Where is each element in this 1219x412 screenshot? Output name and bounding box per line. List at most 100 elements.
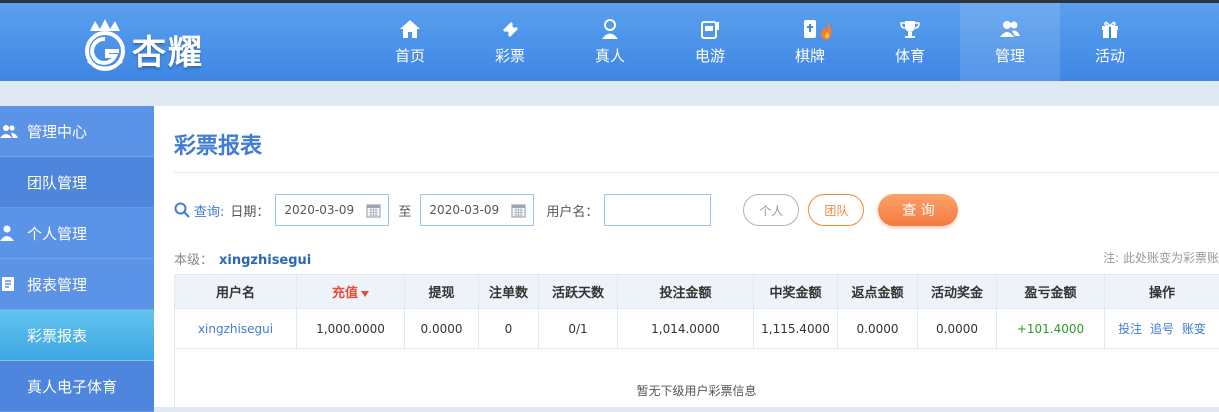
query-button[interactable]: 查 询	[878, 194, 958, 226]
table-header-row: 用户名 充值 提现 注单数 活跃天数 投注金额 中奖金额 返点金额 活动奖金 盈…	[175, 275, 1219, 309]
nav-sports[interactable]: 体育	[860, 3, 960, 81]
empty-message: 暂无下级用户彩票信息	[174, 382, 1219, 399]
sidebar-item-label: 彩票报表	[27, 325, 87, 346]
crown-emblem-icon	[80, 17, 130, 73]
col-win-amount: 中奖金额	[754, 275, 838, 309]
date-to-value: 2020-03-09	[429, 203, 499, 217]
calendar-icon[interactable]	[511, 203, 526, 218]
brand-name: 杏耀	[132, 25, 204, 74]
query-bar: 查询: 日期： 2020-03-09 至 2020-03-09 用户名： 个人 …	[174, 194, 958, 226]
cell-orders: 0	[479, 309, 539, 349]
to-label: 至	[398, 201, 411, 220]
top-bar: 杏耀 首页 彩票 真人 电游 棋牌 体育 管理	[0, 0, 1219, 81]
sidebar-item-label: 个人管理	[27, 223, 87, 244]
nav-lottery[interactable]: 彩票	[460, 3, 560, 81]
sidebar-item-personal-management[interactable]: 个人管理	[0, 208, 154, 259]
nav-home[interactable]: 首页	[360, 3, 460, 81]
chase-link[interactable]: 追号	[1150, 322, 1174, 336]
current-level: 本级： xingzhisegui	[174, 249, 311, 268]
brand-logo[interactable]: 杏耀	[80, 11, 230, 77]
sidebar-item-lottery-report[interactable]: 彩票报表	[0, 310, 154, 361]
col-bet-amount: 投注金额	[618, 275, 754, 309]
cell-win-amount: 1,115.4000	[754, 309, 838, 349]
sort-down-icon	[361, 291, 369, 297]
sidebar-item-management-center[interactable]: 管理中心	[0, 106, 154, 157]
query-label: 查询:	[194, 201, 224, 220]
nav-live-casino[interactable]: 真人	[560, 3, 660, 81]
sidebar-item-report-management[interactable]: 报表管理	[0, 259, 154, 310]
divider	[174, 172, 1219, 173]
date-to-input[interactable]: 2020-03-09	[420, 194, 534, 226]
date-from-value: 2020-03-09	[284, 203, 354, 217]
nav-label: 体育	[895, 45, 925, 66]
dealer-icon	[599, 18, 621, 40]
col-rebate: 返点金额	[838, 275, 918, 309]
level-username: xingzhisegui	[219, 253, 311, 268]
sidebar-item-label: 团队管理	[27, 172, 87, 193]
nav-label: 棋牌	[795, 45, 825, 66]
nav-label: 首页	[395, 45, 425, 66]
sidebar: 管理中心 团队管理 个人管理 报表管理 彩票报表 真人电子体育	[0, 106, 154, 407]
col-recharge-label: 充值	[332, 286, 358, 301]
nav-label: 彩票	[495, 45, 525, 66]
personal-button[interactable]: 个人	[743, 194, 799, 226]
col-username: 用户名	[175, 275, 297, 309]
slot-machine-icon	[699, 18, 721, 40]
date-label: 日期：	[230, 201, 269, 220]
nav-label: 管理	[995, 45, 1025, 66]
col-active-days: 活跃天数	[539, 275, 618, 309]
calendar-icon[interactable]	[366, 203, 381, 218]
nav-label: 活动	[1095, 45, 1125, 66]
cell-active-days: 0/1	[539, 309, 618, 349]
empty-row	[175, 349, 1219, 411]
user-icon	[0, 225, 18, 241]
main-nav: 首页 彩票 真人 电游 棋牌 体育 管理 活动	[360, 3, 1160, 81]
col-orders: 注单数	[479, 275, 539, 309]
username-input[interactable]	[604, 194, 711, 226]
nav-label: 电游	[695, 45, 725, 66]
trophy-icon	[899, 18, 921, 40]
cell-username[interactable]: xingzhisegui	[175, 309, 297, 349]
hot-flame-icon	[818, 21, 836, 41]
home-icon	[399, 18, 421, 40]
cell-withdraw: 0.0000	[405, 309, 479, 349]
username-label: 用户名：	[546, 201, 598, 220]
report-icon	[0, 276, 18, 292]
cell-rebate: 0.0000	[838, 309, 918, 349]
date-from-input[interactable]: 2020-03-09	[275, 194, 389, 226]
sidebar-item-label: 真人电子体育	[27, 376, 117, 397]
table-row: xingzhisegui 1,000.0000 0.0000 0 0/1 1,0…	[175, 309, 1219, 349]
empty-cell	[175, 349, 1219, 411]
users-icon	[0, 123, 18, 139]
col-withdraw: 提现	[405, 275, 479, 309]
nav-promotions[interactable]: 活动	[1060, 3, 1160, 81]
nav-label: 真人	[595, 45, 625, 66]
ticket-icon	[499, 18, 521, 40]
nav-management[interactable]: 管理	[960, 3, 1060, 81]
main-content: 彩票报表 查询: 日期： 2020-03-09 至 2020-03-09 用户名…	[154, 106, 1219, 407]
cell-profit: +101.4000	[997, 309, 1105, 349]
sidebar-item-label: 管理中心	[27, 121, 87, 142]
sidebar-item-live-electronic-sports[interactable]: 真人电子体育	[0, 361, 154, 412]
sidebar-item-label: 报表管理	[27, 274, 87, 295]
nav-slots[interactable]: 电游	[660, 3, 760, 81]
search-icon	[174, 202, 190, 218]
level-label: 本级：	[174, 253, 213, 268]
note-text: 注: 此处账变为彩票账	[1103, 249, 1219, 266]
gift-icon	[1099, 18, 1121, 40]
account-change-link[interactable]: 账变	[1182, 322, 1206, 336]
col-bonus: 活动奖金	[918, 275, 997, 309]
nav-chess-cards[interactable]: 棋牌	[760, 3, 860, 81]
page-title: 彩票报表	[174, 128, 262, 160]
cell-actions: 投注 追号 账变	[1105, 309, 1219, 349]
cell-bet-amount: 1,014.0000	[618, 309, 754, 349]
team-button[interactable]: 团队	[808, 194, 864, 226]
cell-bonus: 0.0000	[918, 309, 997, 349]
bet-link[interactable]: 投注	[1118, 322, 1142, 336]
col-actions: 操作	[1105, 275, 1219, 309]
col-profit: 盈亏金额	[997, 275, 1105, 309]
users-icon	[999, 18, 1021, 40]
cell-recharge: 1,000.0000	[297, 309, 405, 349]
sidebar-item-team-management[interactable]: 团队管理	[0, 157, 154, 208]
col-recharge-sortable[interactable]: 充值	[297, 275, 405, 309]
